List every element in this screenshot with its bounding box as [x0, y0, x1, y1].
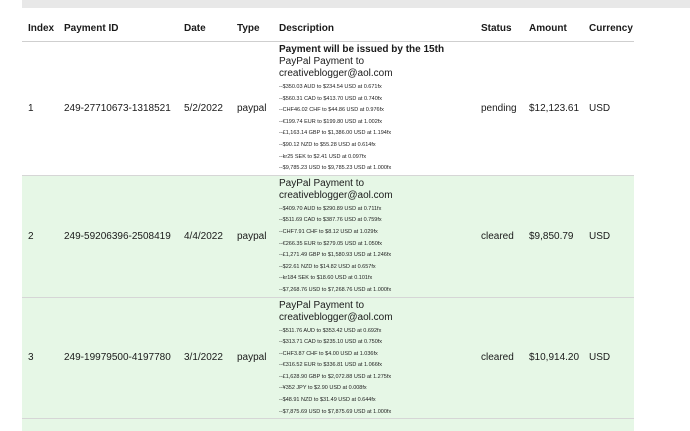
cell-date: 3/1/2022 — [178, 297, 231, 419]
cell-date: 4/4/2022 — [178, 175, 231, 297]
cell-description: PayPal Payment to creativeblogger@aol.co… — [273, 175, 475, 297]
header-index: Index — [22, 16, 58, 42]
partial-row-cell — [22, 418, 634, 431]
fx-line: --$90.12 NZD to $55.28 USD at 0.614fx — [279, 141, 376, 148]
fx-line: --€316.52 EUR to $336.81 USD at 1.066fx — [279, 362, 383, 369]
cell-currency: USD — [583, 175, 634, 297]
cell-payment-id: 249-19979500-4197780 — [58, 297, 178, 419]
cell-currency: USD — [583, 297, 634, 419]
fx-line: --kr25 SEK to $2.41 USD at 0.097fx — [279, 153, 367, 160]
table-row: 1 249-27710673-1318521 5/2/2022 paypal P… — [22, 41, 634, 176]
fx-line: --$7,875.69 USD to $7,875.69 USD at 1.00… — [279, 408, 392, 415]
table-header-row: Index Payment ID Date Type Description S… — [22, 16, 634, 42]
cell-index: 1 — [22, 41, 58, 176]
fx-line: --£1,271.49 GBP to $1,580.93 USD at 1.24… — [279, 252, 392, 259]
fx-line: --$350.03 AUD to $234.54 USD at 0.671fx — [279, 84, 382, 90]
fx-line: --kr184 SEK to $18.60 USD at 0.101fx — [279, 275, 373, 282]
cell-currency: USD — [583, 41, 634, 176]
fx-line: --$313.71 CAD to $235.10 USD at 0.750fx — [279, 339, 383, 346]
top-scroll-bar — [22, 0, 690, 8]
fx-line: --$560.31 CAD to $413.70 USD at 0.740fx — [279, 95, 383, 102]
payee-line: PayPal Payment to creativeblogger@aol.co… — [279, 299, 393, 323]
cell-date: 5/2/2022 — [178, 41, 231, 176]
cell-status: pending — [475, 41, 523, 176]
fx-line: --€266.35 EUR to $279.05 USD at 1.050fx — [279, 240, 383, 247]
cell-amount: $9,850.79 — [523, 175, 583, 297]
payments-table: Index Payment ID Date Type Description S… — [22, 16, 634, 431]
fx-line: --¥352 JPY to $2.90 USD at 0.008fx — [279, 385, 367, 392]
header-description: Description — [273, 16, 475, 42]
header-type: Type — [231, 16, 273, 42]
cell-type: paypal — [231, 41, 273, 176]
cell-status: cleared — [475, 297, 523, 419]
fx-line: --$511.76 AUD to $353.42 USD at 0.692fx — [279, 327, 382, 334]
fx-line: --€199.74 EUR to $199.80 USD at 1.002fx — [279, 118, 383, 125]
fx-line: --CHF3.87 CHF to $4.00 USD at 1.036fx — [279, 350, 378, 357]
fx-line: --$409.70 AUD to $290.89 USD at 0.711fx — [279, 205, 382, 212]
payment-note: Payment will be issued by the 15th — [279, 44, 445, 55]
cell-index: 3 — [22, 297, 58, 419]
cell-type: paypal — [231, 297, 273, 419]
header-payment-id: Payment ID — [58, 16, 178, 42]
cell-index: 2 — [22, 175, 58, 297]
cell-status: cleared — [475, 175, 523, 297]
header-date: Date — [178, 16, 231, 42]
fx-line: --$48.91 NZD to $31.49 USD at 0.644fx — [279, 397, 376, 404]
cell-type: paypal — [231, 175, 273, 297]
cell-description: Payment will be issued by the 15th PayPa… — [273, 41, 475, 176]
header-status: Status — [475, 16, 523, 42]
payments-table-container: Index Payment ID Date Type Description S… — [22, 16, 634, 431]
header-currency: Currency — [583, 16, 634, 42]
fx-line: --CHF46.02 CHF to $44.86 USD at 0.976fx — [279, 107, 384, 114]
table-row: 3 249-19979500-4197780 3/1/2022 paypal P… — [22, 297, 634, 419]
fx-line: --$7,268.76 USD to $7,268.76 USD at 1.00… — [279, 286, 392, 293]
cell-payment-id: 249-27710673-1318521 — [58, 41, 178, 176]
fx-line: --CHF7.91 CHF to $8.12 USD at 1.029fx — [279, 228, 378, 235]
cell-amount: $12,123.61 — [523, 41, 583, 176]
cell-description: PayPal Payment to creativeblogger@aol.co… — [273, 297, 475, 419]
cell-payment-id: 249-59206396-2508419 — [58, 175, 178, 297]
fx-line: --$9,785.23 USD to $9,785.23 USD at 1.00… — [279, 165, 392, 172]
fx-line: --$22.61 NZD to $14.82 USD at 0.657fx — [279, 263, 376, 270]
cell-amount: $10,914.20 — [523, 297, 583, 419]
table-row-partial — [22, 418, 634, 431]
fx-line: --£1,163.14 GBP to $1,386.00 USD at 1.19… — [279, 130, 392, 137]
payee-line: PayPal Payment to creativeblogger@aol.co… — [279, 56, 393, 79]
payee-line: PayPal Payment to creativeblogger@aol.co… — [279, 177, 393, 201]
header-amount: Amount — [523, 16, 583, 42]
fx-line: --£1,628.90 GBP to $2,072.88 USD at 1.27… — [279, 373, 392, 380]
table-row: 2 249-59206396-2508419 4/4/2022 paypal P… — [22, 175, 634, 297]
fx-line: --$511.69 CAD to $387.76 USD at 0.759fx — [279, 217, 382, 224]
